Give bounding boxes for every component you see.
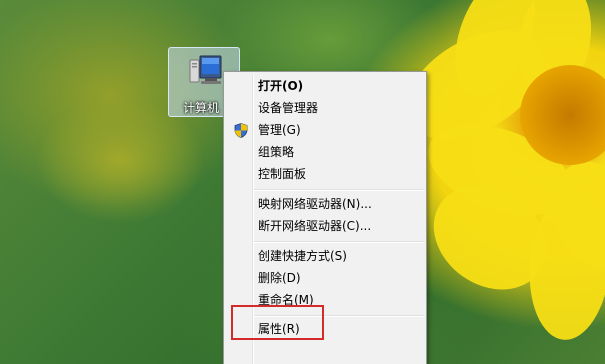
menu-item-delete[interactable]: 删除(D)	[226, 267, 424, 289]
menu-item-device-manager[interactable]: 设备管理器	[226, 97, 424, 119]
computer-monitor-icon	[189, 55, 222, 84]
menu-item-map-network-drive[interactable]: 映射网络驱动器(N)...	[226, 193, 424, 215]
menu-item-control-panel[interactable]: 控制面板	[226, 163, 424, 185]
uac-shield-icon	[234, 123, 248, 138]
menu-item-manage[interactable]: 管理(G)	[226, 119, 424, 141]
highlight-box	[231, 305, 324, 340]
desktop: 计算机 打开(O) 设备管理器 管理(G) 组策略 控制面板 映射网络驱动器(N…	[0, 0, 605, 364]
menu-item-create-shortcut[interactable]: 创建快捷方式(S)	[226, 245, 424, 267]
menu-item-open[interactable]: 打开(O)	[226, 75, 424, 97]
menu-item-group-policy[interactable]: 组策略	[226, 141, 424, 163]
menu-separator	[254, 189, 424, 191]
menu-separator	[254, 241, 424, 243]
menu-item-manage-label: 管理(G)	[258, 123, 301, 137]
menu-item-disconnect-network-drive[interactable]: 断开网络驱动器(C)...	[226, 215, 424, 237]
